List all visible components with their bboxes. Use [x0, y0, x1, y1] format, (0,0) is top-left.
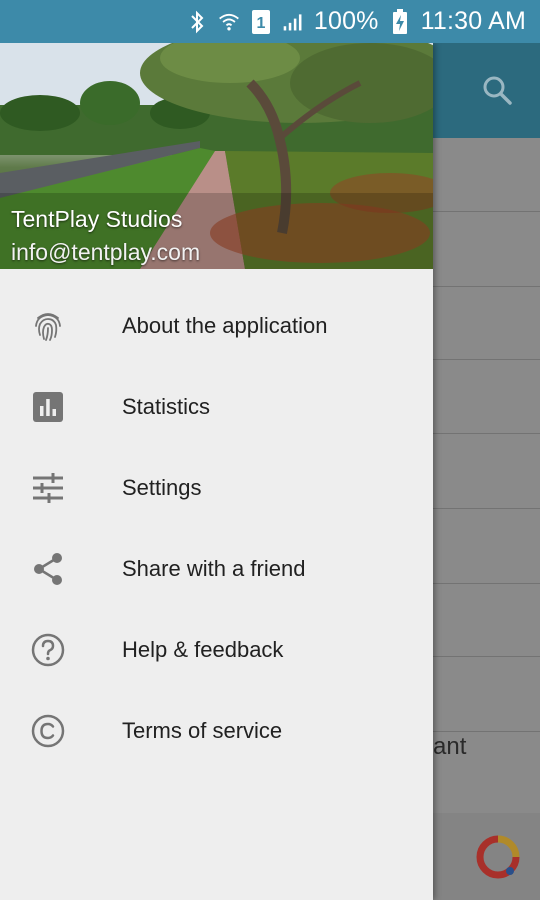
tune-sliders-icon: [30, 470, 66, 506]
menu-label-about: About the application: [122, 312, 328, 338]
drawer-header: TentPlay Studios info@tentplay.com: [0, 43, 433, 269]
help-icon: [30, 632, 66, 668]
menu-item-about[interactable]: About the application: [0, 285, 433, 366]
menu-item-statistics[interactable]: Statistics: [0, 366, 433, 447]
sim-icon: 1: [250, 9, 272, 34]
account-email: info@tentplay.com: [11, 239, 201, 265]
search-icon[interactable]: [480, 73, 514, 107]
bar-chart-icon: [30, 389, 66, 425]
share-icon: [30, 551, 66, 587]
drawer-menu: About the application Statistics Setting…: [0, 269, 433, 771]
clock: 11:30 AM: [420, 7, 526, 35]
background-list-text: ant: [433, 733, 467, 760]
copyright-icon: [30, 713, 66, 749]
menu-item-share[interactable]: Share with a friend: [0, 528, 433, 609]
ad-logo-icon[interactable]: [476, 835, 520, 879]
signal-icon: [282, 10, 304, 34]
status-bar: 1 100% 11:30 AM: [0, 0, 540, 43]
menu-label-terms: Terms of service: [122, 717, 283, 743]
menu-label-help: Help & feedback: [122, 636, 284, 662]
navigation-drawer: TentPlay Studios info@tentplay.com About…: [0, 43, 433, 900]
wifi-icon: [218, 10, 240, 34]
battery-charging-icon: [389, 8, 411, 34]
menu-item-terms[interactable]: Terms of service: [0, 690, 433, 771]
header-photo: [0, 43, 433, 269]
fingerprint-icon: [30, 308, 66, 344]
svg-text:1: 1: [256, 15, 265, 32]
menu-label-settings: Settings: [122, 474, 202, 500]
menu-item-settings[interactable]: Settings: [0, 447, 433, 528]
battery-percent: 100%: [313, 7, 379, 35]
bluetooth-icon: [186, 10, 208, 34]
menu-label-statistics: Statistics: [122, 393, 211, 419]
menu-label-share: Share with a friend: [122, 555, 306, 581]
menu-item-help[interactable]: Help & feedback: [0, 609, 433, 690]
account-name: TentPlay Studios: [11, 206, 183, 232]
